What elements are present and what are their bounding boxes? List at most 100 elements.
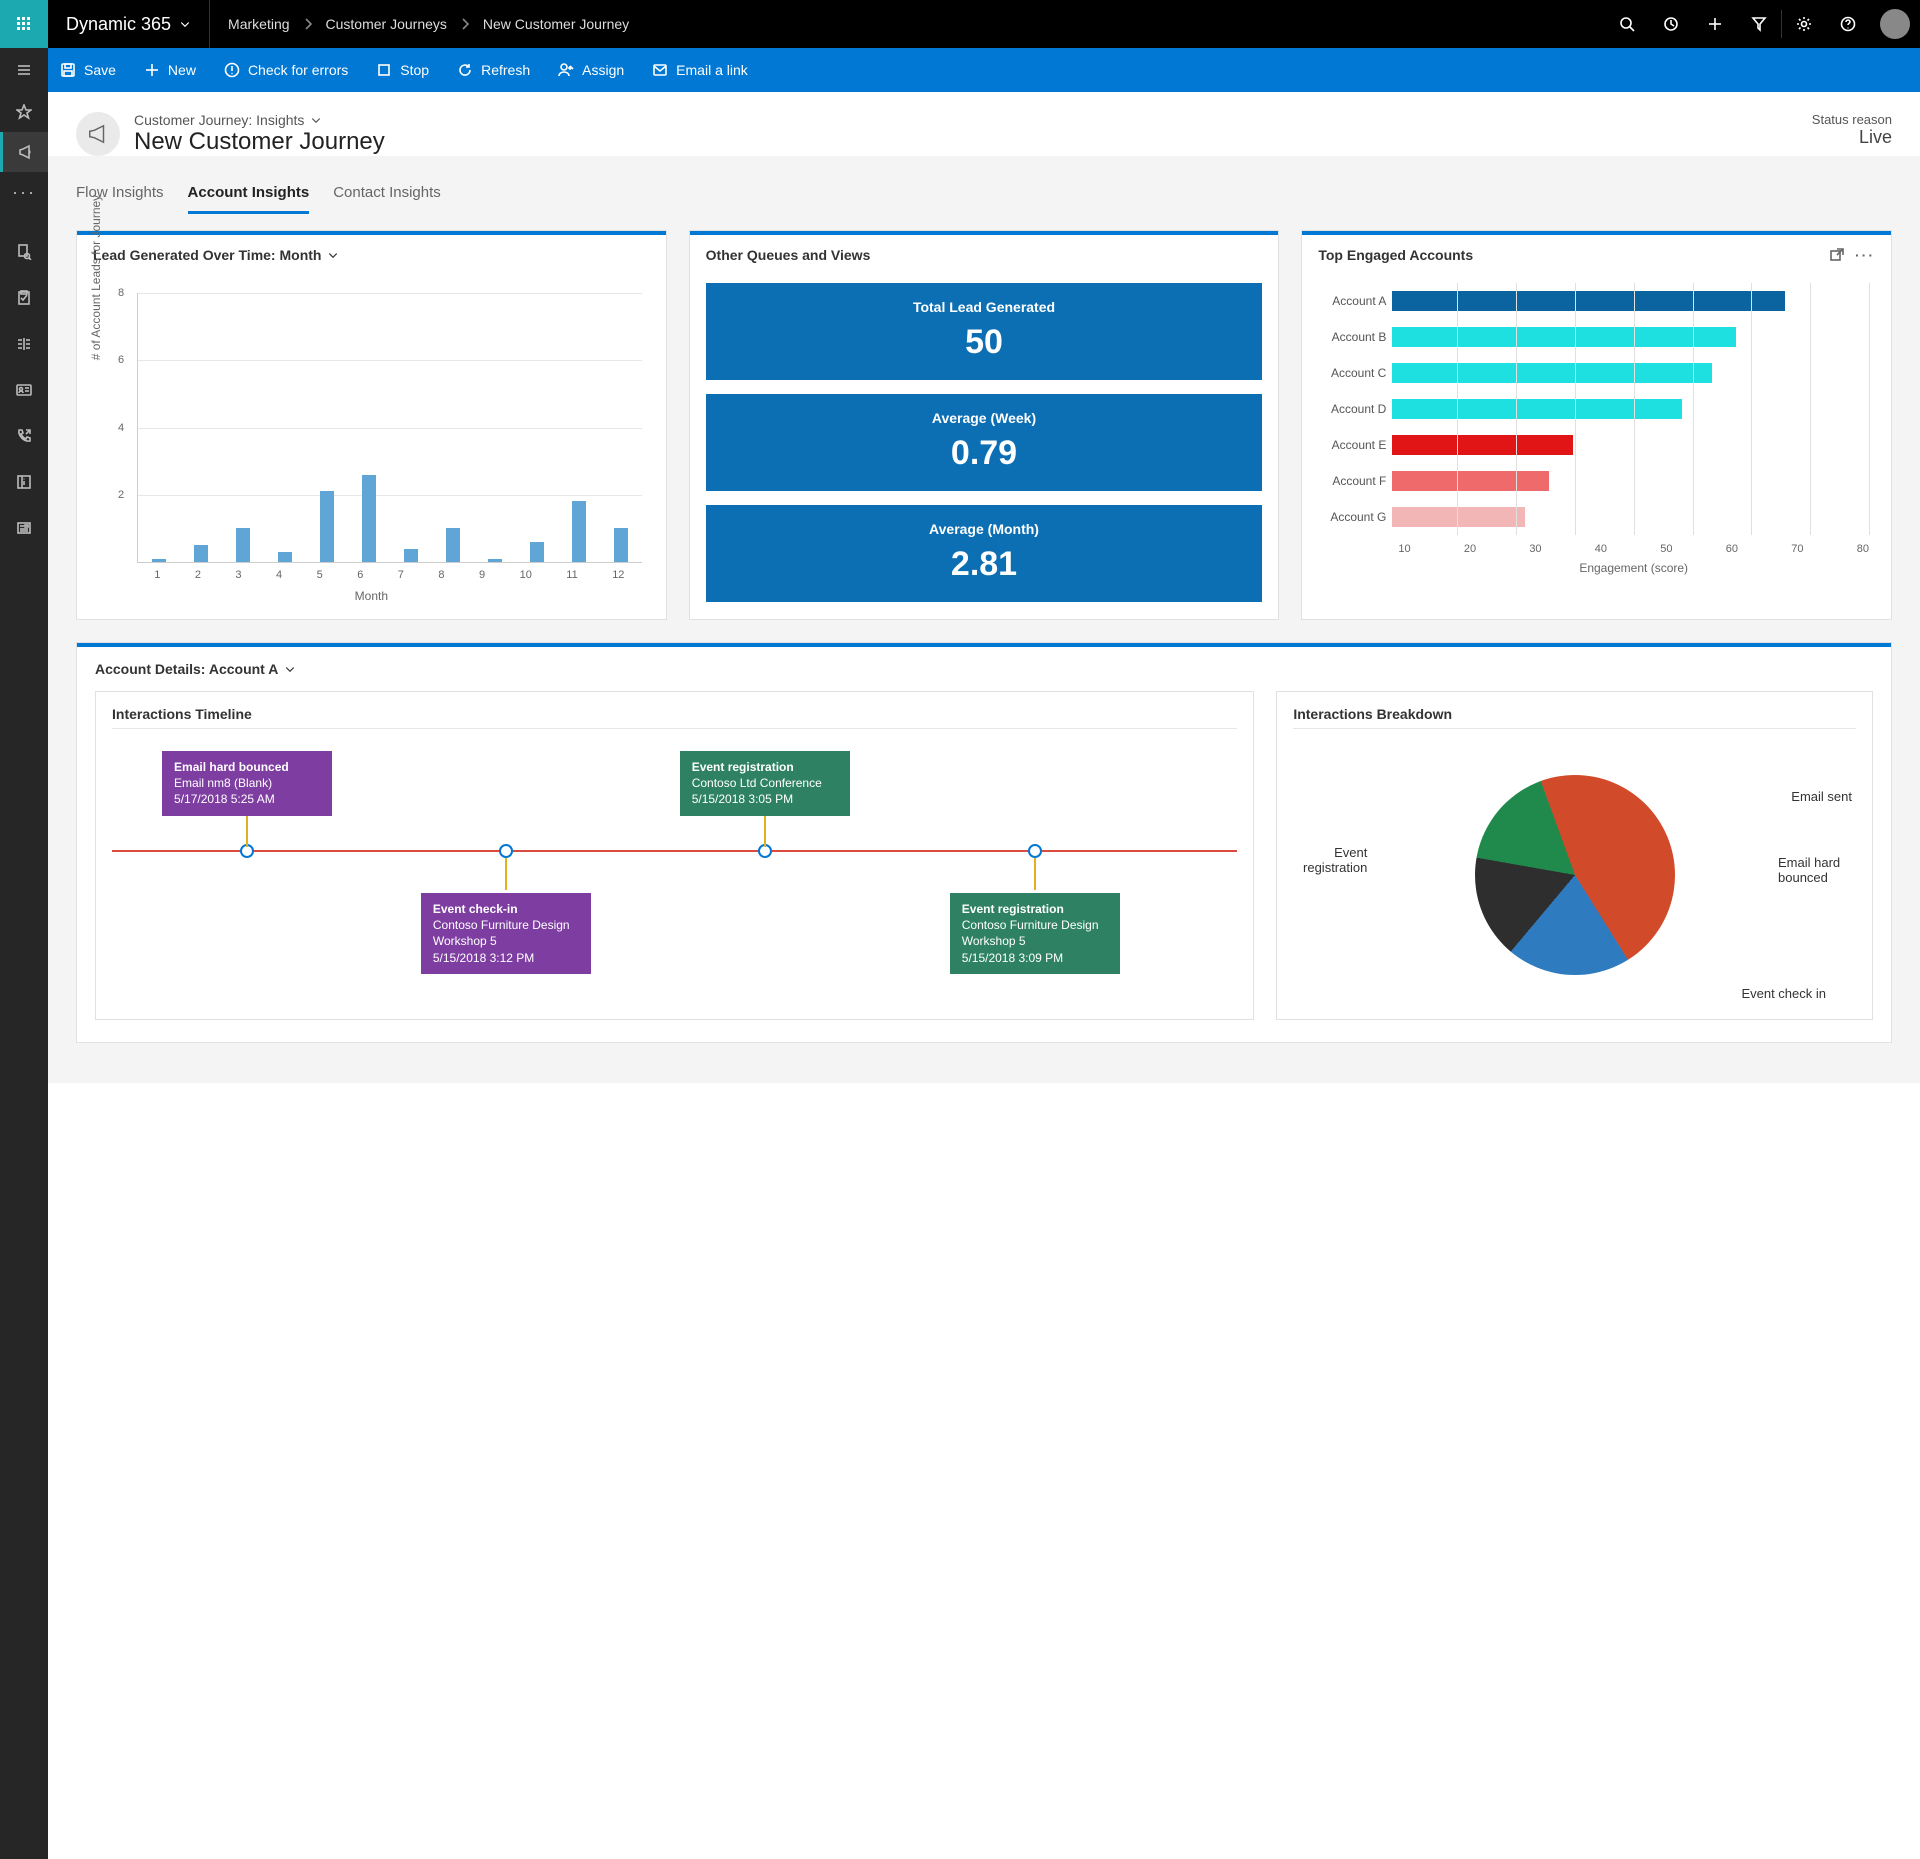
assign-button[interactable]: Assign <box>546 48 636 92</box>
plus-icon <box>144 62 160 78</box>
hbar-label: Account F <box>1318 474 1392 488</box>
brand-switcher[interactable]: Dynamic 365 <box>48 0 210 48</box>
pie-label-reg: Event registration <box>1287 845 1367 875</box>
app-launcher[interactable] <box>0 0 48 48</box>
x-axis-label: Engagement (score) <box>1398 561 1869 575</box>
bar[interactable] <box>236 528 250 562</box>
nav-item-2[interactable] <box>0 278 48 318</box>
breadcrumb-item[interactable]: Customer Journeys <box>326 16 447 32</box>
mail-icon <box>652 62 668 78</box>
panel-title: Interactions Timeline <box>112 706 1237 722</box>
segment-icon <box>16 336 32 352</box>
record-subtitle[interactable]: Customer Journey: Insights <box>134 112 385 128</box>
assign-icon <box>558 62 574 78</box>
kpi-card: Average (Week) 0.79 <box>706 394 1263 491</box>
brand-label: Dynamic 365 <box>66 14 171 35</box>
settings-button[interactable] <box>1782 0 1826 48</box>
ellipsis-icon: ··· <box>12 182 36 203</box>
bar[interactable] <box>488 559 502 562</box>
new-button[interactable]: New <box>132 48 208 92</box>
details-title-text: Account Details: Account A <box>95 661 278 677</box>
timeline-event[interactable]: Event registrationContoso Ltd Conference… <box>680 751 850 816</box>
nav-item-6[interactable] <box>0 462 48 502</box>
search-icon <box>1619 16 1635 32</box>
breadcrumb-item[interactable]: New Customer Journey <box>483 16 629 32</box>
engagement-bar-chart: Account A Account B Account C Account D … <box>1318 283 1875 575</box>
card-title[interactable]: Lead Generated Over Time: Month <box>77 235 666 275</box>
bar[interactable] <box>446 528 460 562</box>
nav-marketing[interactable] <box>0 132 48 172</box>
details-title[interactable]: Account Details: Account A <box>77 647 1891 691</box>
new-button[interactable] <box>1693 0 1737 48</box>
news-icon <box>16 520 32 536</box>
refresh-icon <box>457 62 473 78</box>
bar[interactable] <box>278 552 292 562</box>
nav-more[interactable]: ··· <box>0 172 48 212</box>
nav-item-7[interactable] <box>0 508 48 548</box>
check-button[interactable]: Check for errors <box>212 48 360 92</box>
breadcrumb-item[interactable]: Marketing <box>228 16 289 32</box>
tab-contact-insights[interactable]: Contact Insights <box>333 184 441 214</box>
bar[interactable] <box>152 559 166 562</box>
timeline-event[interactable]: Email hard bouncedEmail nm8 (Blank)5/17/… <box>162 751 332 816</box>
tab-account-insights[interactable]: Account Insights <box>188 184 310 214</box>
bar[interactable] <box>194 545 208 562</box>
stop-button[interactable]: Stop <box>364 48 441 92</box>
popout-icon[interactable] <box>1829 247 1845 263</box>
chevron-down-icon <box>179 18 191 30</box>
hbar-label: Account G <box>1318 510 1392 524</box>
interactions-breakdown-panel: Interactions Breakdown Email sent Email … <box>1276 691 1873 1020</box>
phone-out-icon <box>16 428 32 444</box>
email-link-button[interactable]: Email a link <box>640 48 760 92</box>
bar[interactable] <box>614 528 628 562</box>
chevron-down-icon <box>310 114 322 126</box>
bar[interactable] <box>404 549 418 562</box>
doc-search-icon <box>16 244 32 260</box>
status-value: Live <box>1812 127 1892 148</box>
nav-item-5[interactable] <box>0 416 48 456</box>
nav-favorites[interactable] <box>0 92 48 132</box>
account-details: Account Details: Account A Interactions … <box>76 642 1892 1043</box>
nav-item-1[interactable] <box>0 232 48 272</box>
recent-button[interactable] <box>1649 0 1693 48</box>
clock-icon <box>1663 16 1679 32</box>
timeline-chart: Email hard bouncedEmail nm8 (Blank)5/17/… <box>112 745 1237 975</box>
nav-item-4[interactable] <box>0 370 48 410</box>
refresh-button[interactable]: Refresh <box>445 48 542 92</box>
bar[interactable] <box>320 491 334 562</box>
timeline-node[interactable] <box>499 844 513 858</box>
new-label: New <box>168 62 196 78</box>
alert-icon <box>224 62 240 78</box>
kpi-value: 0.79 <box>714 434 1255 473</box>
save-button[interactable]: Save <box>48 48 128 92</box>
user-avatar[interactable] <box>1880 9 1910 39</box>
y-axis-label: # of Account Leads for Journey <box>89 195 103 360</box>
kpi-label: Average (Month) <box>714 521 1255 537</box>
card-top-accounts: Top Engaged Accounts ··· Account A Accou… <box>1301 230 1892 620</box>
pie-label-checkin: Event check in <box>1741 986 1826 1001</box>
panel-title: Interactions Breakdown <box>1293 706 1856 722</box>
timeline-event[interactable]: Event check-inContoso Furniture Design W… <box>421 893 591 974</box>
contact-card-icon <box>16 382 32 398</box>
filter-button[interactable] <box>1737 0 1781 48</box>
bar[interactable] <box>530 542 544 562</box>
pie-label-sent: Email sent <box>1791 789 1852 804</box>
kpi-value: 50 <box>714 323 1255 362</box>
tabs: Flow Insights Account Insights Contact I… <box>48 156 1920 214</box>
bar[interactable] <box>362 475 376 562</box>
clipboard-icon <box>16 290 32 306</box>
kpi-label: Total Lead Generated <box>714 299 1255 315</box>
bar[interactable] <box>572 501 586 562</box>
topbar: Dynamic 365 Marketing Customer Journeys … <box>0 0 1920 48</box>
help-button[interactable] <box>1826 0 1870 48</box>
nav-item-3[interactable] <box>0 324 48 364</box>
status-block: Status reason Live <box>1812 112 1892 148</box>
nav-hamburger[interactable] <box>0 48 48 92</box>
kpi-label: Average (Week) <box>714 410 1255 426</box>
more-icon[interactable]: ··· <box>1855 247 1875 263</box>
timeline-event[interactable]: Event registrationContoso Furniture Desi… <box>950 893 1120 974</box>
timeline-node[interactable] <box>1028 844 1042 858</box>
search-button[interactable] <box>1605 0 1649 48</box>
funnel-icon <box>1751 16 1767 32</box>
command-bar: Save New Check for errors Stop Refresh A… <box>0 48 1920 92</box>
